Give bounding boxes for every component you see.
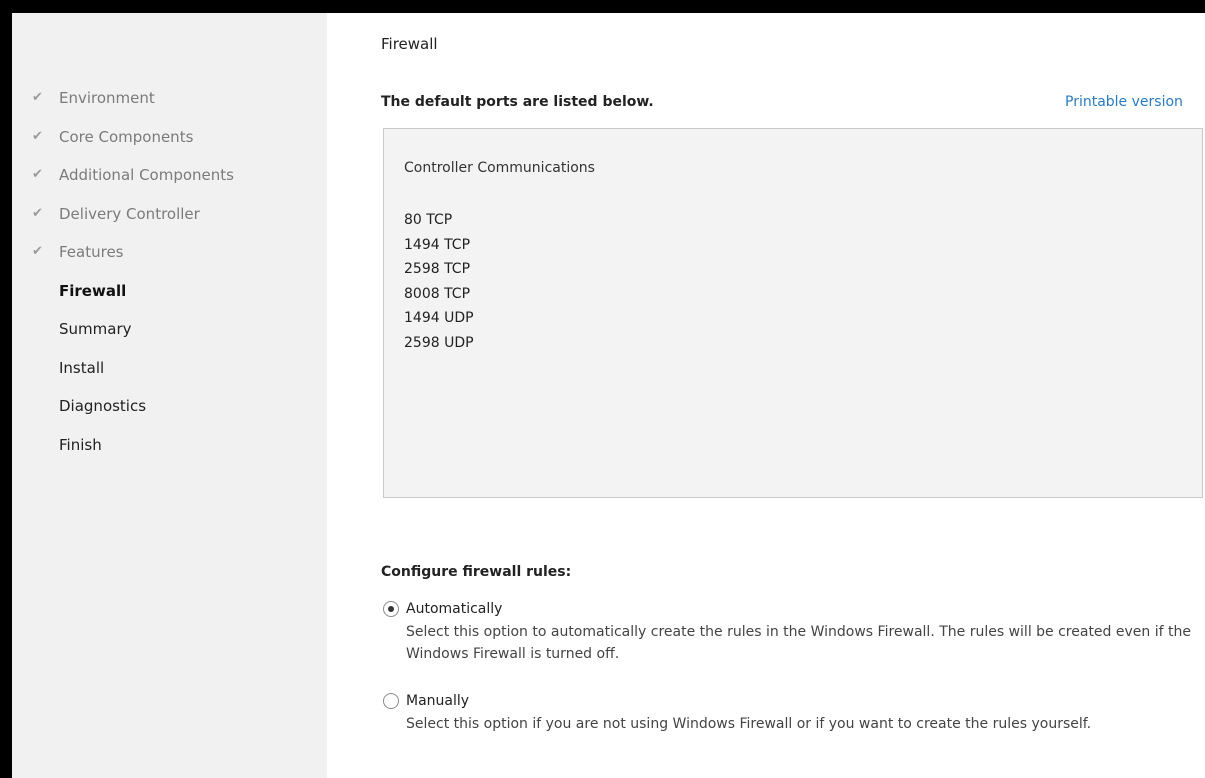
automatically-label[interactable]: Automatically [406,597,502,621]
port-item: 1494 TCP [404,236,471,253]
port-item: 2598 TCP [404,261,471,277]
checkmark-icon: ✔ [32,128,43,144]
page-title: Firewall [381,35,438,53]
automatically-radio[interactable] [383,601,399,617]
port-item: 8008 TCP [404,285,471,302]
firewall-page: Firewall The default ports are listed be… [327,13,1205,778]
step-label: Summary [59,320,132,338]
port-item: 1494 UDP [404,310,474,326]
step-label: Firewall [59,281,127,300]
port-item: 80 TCP [404,212,453,228]
ports-list-box: Controller Communications 80 TCP 1494 TC… [383,128,1203,498]
manually-label[interactable]: Manually [406,689,469,713]
configure-firewall-title: Configure firewall rules: [381,564,572,580]
step-label: Core Components [59,127,194,146]
step-label: Diagnostics [59,397,147,415]
step-label: Additional Components [59,166,234,184]
step-label: Delivery Controller [59,204,200,223]
manually-description: Select this option if you are not using … [406,716,1092,732]
port-item: 2598 UDP [404,334,474,351]
ports-heading: Controller Communications [404,160,595,176]
checkmark-icon: ✔ [32,167,43,182]
automatically-description: Select this option to automatically crea… [406,624,1191,662]
step-label: Install [59,358,105,377]
checkmark-icon: ✔ [32,90,43,105]
checkmark-icon: ✔ [32,244,43,259]
step-label: Environment [59,89,155,107]
step-label: Finish [59,435,102,454]
ports-list: 80 TCP 1494 TCP 2598 TCP 8008 TCP 1494 U… [404,208,474,355]
wizard-step-sidebar: ✔ Environment ✔ Core Components ✔ Additi… [12,13,339,778]
window-top-border [0,0,1205,13]
manually-radio[interactable] [383,693,399,709]
window-left-border [0,0,12,778]
printable-version-link[interactable]: Printable version [1065,94,1183,110]
checkmark-icon: ✔ [32,205,43,221]
default-ports-intro: The default ports are listed below. [381,94,654,110]
step-label: Features [59,243,124,261]
